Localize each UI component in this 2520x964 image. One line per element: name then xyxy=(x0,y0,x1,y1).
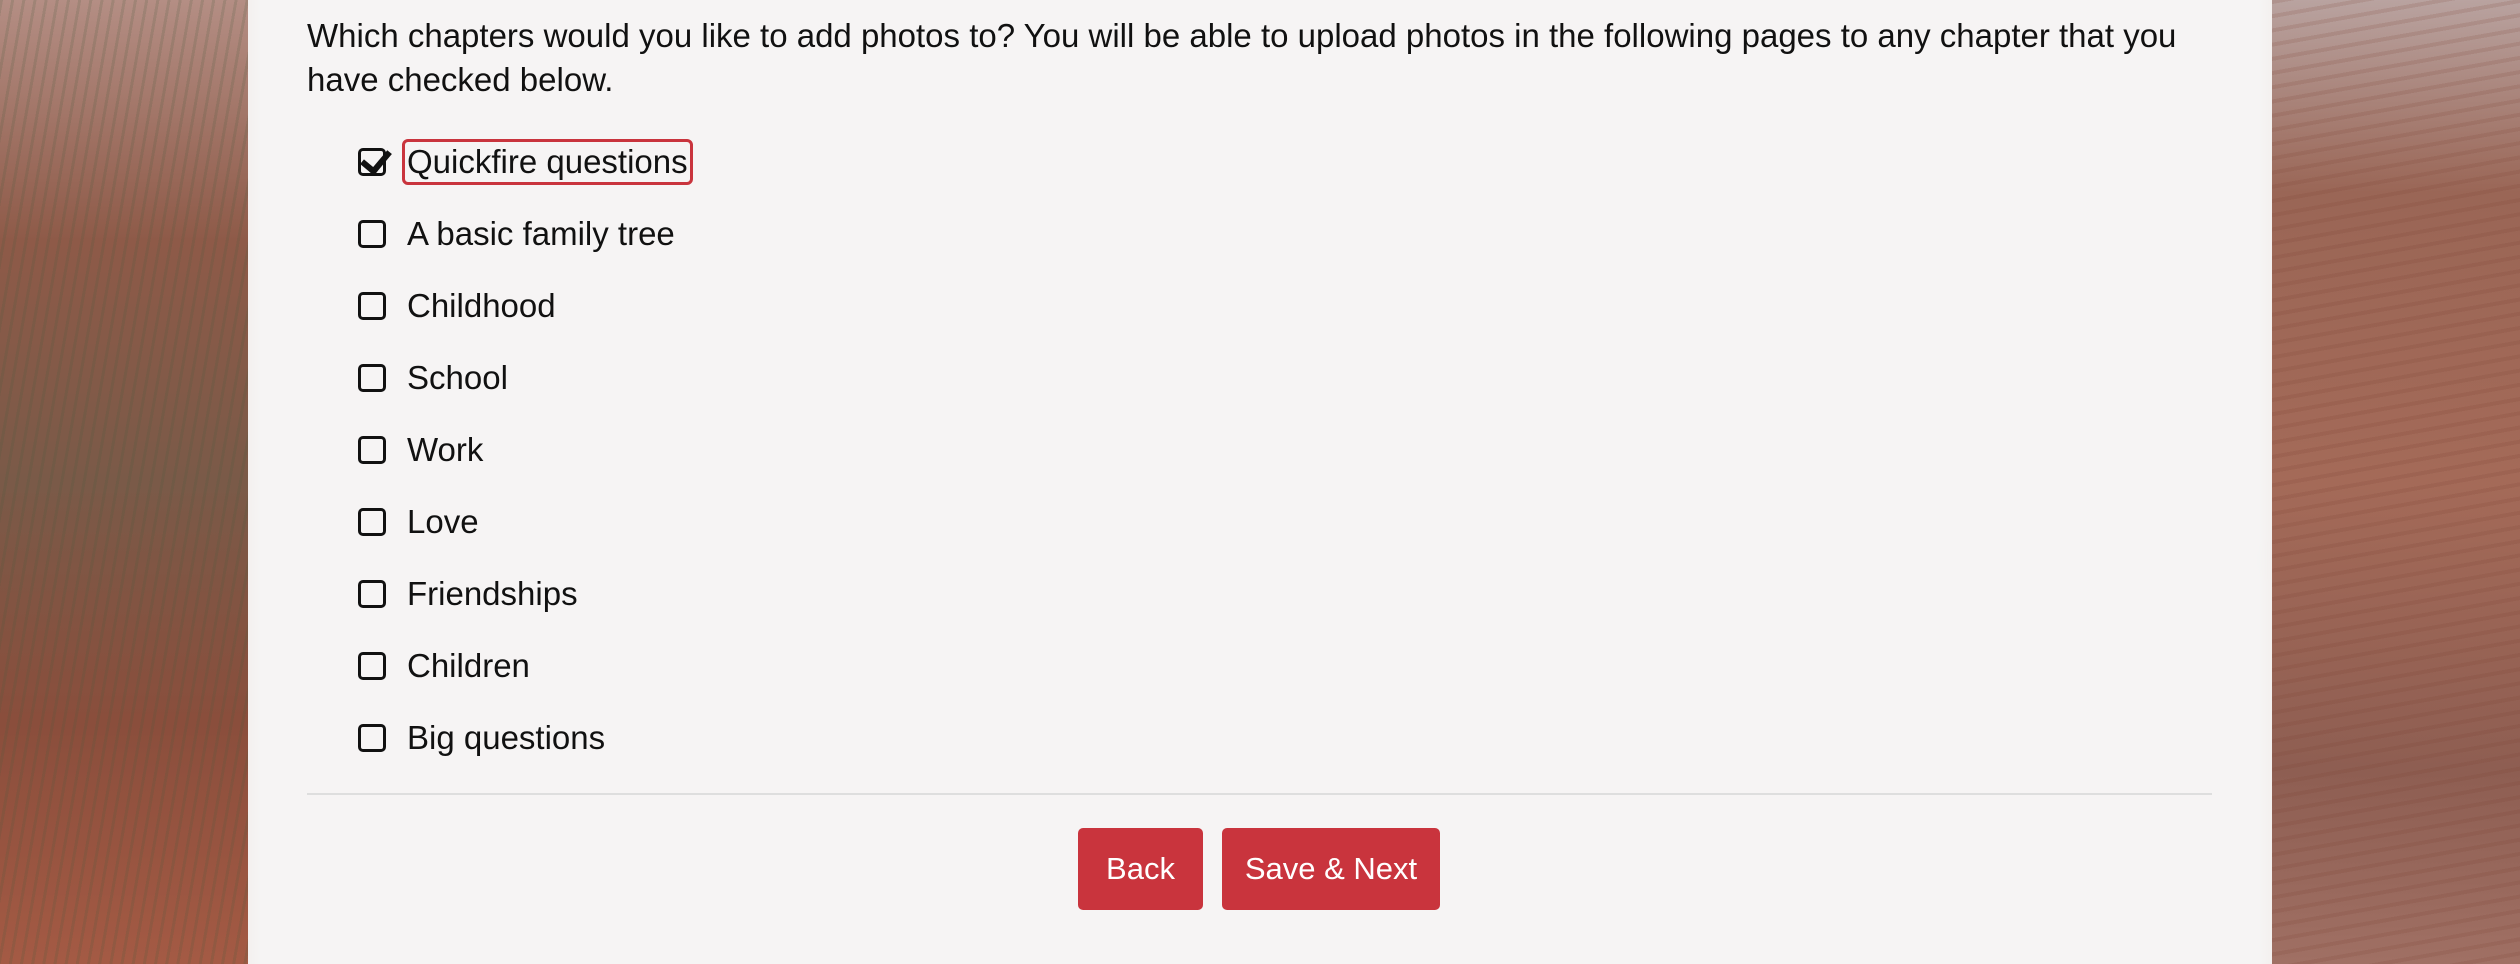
background-right-path xyxy=(2272,0,2520,964)
chapter-option-childhood[interactable]: Childhood xyxy=(358,270,693,342)
back-button[interactable]: Back xyxy=(1078,828,1203,910)
chapter-checkbox[interactable] xyxy=(358,436,386,464)
background-left-leaves xyxy=(0,0,248,964)
chapter-option-family-tree[interactable]: A basic family tree xyxy=(358,198,693,270)
chapter-checklist: Quickfire questions A basic family tree … xyxy=(358,126,693,774)
chapter-option-label[interactable]: Children xyxy=(402,643,535,689)
form-panel: Which chapters would you like to add pho… xyxy=(248,0,2272,964)
chapter-checkbox[interactable] xyxy=(358,148,386,176)
chapter-question: Which chapters would you like to add pho… xyxy=(307,17,2177,98)
chapter-checkbox[interactable] xyxy=(358,724,386,752)
form-divider xyxy=(307,793,2212,795)
chapter-option-work[interactable]: Work xyxy=(358,414,693,486)
chapter-checkbox[interactable] xyxy=(358,292,386,320)
chapter-checkbox[interactable] xyxy=(358,652,386,680)
chapter-option-label[interactable]: Childhood xyxy=(402,283,561,329)
chapter-option-love[interactable]: Love xyxy=(358,486,693,558)
chapter-checkbox[interactable] xyxy=(358,508,386,536)
chapter-option-label[interactable]: A basic family tree xyxy=(402,211,680,257)
chapter-option-label[interactable]: Love xyxy=(402,499,484,545)
chapter-checkbox[interactable] xyxy=(358,580,386,608)
chapter-option-label[interactable]: Quickfire questions xyxy=(402,139,693,185)
chapter-option-quickfire-questions[interactable]: Quickfire questions xyxy=(358,126,693,198)
chapter-option-label[interactable]: School xyxy=(402,355,513,401)
chapter-option-children[interactable]: Children xyxy=(358,630,693,702)
chapter-option-school[interactable]: School xyxy=(358,342,693,414)
chapter-option-label[interactable]: Work xyxy=(402,427,488,473)
chapter-option-big-questions[interactable]: Big questions xyxy=(358,702,693,774)
save-next-button[interactable]: Save & Next xyxy=(1222,828,1440,910)
chapter-option-label[interactable]: Big questions xyxy=(402,715,610,761)
chapter-checkbox[interactable] xyxy=(358,364,386,392)
chapter-checkbox[interactable] xyxy=(358,220,386,248)
chapter-option-friendships[interactable]: Friendships xyxy=(358,558,693,630)
chapter-option-label[interactable]: Friendships xyxy=(402,571,583,617)
